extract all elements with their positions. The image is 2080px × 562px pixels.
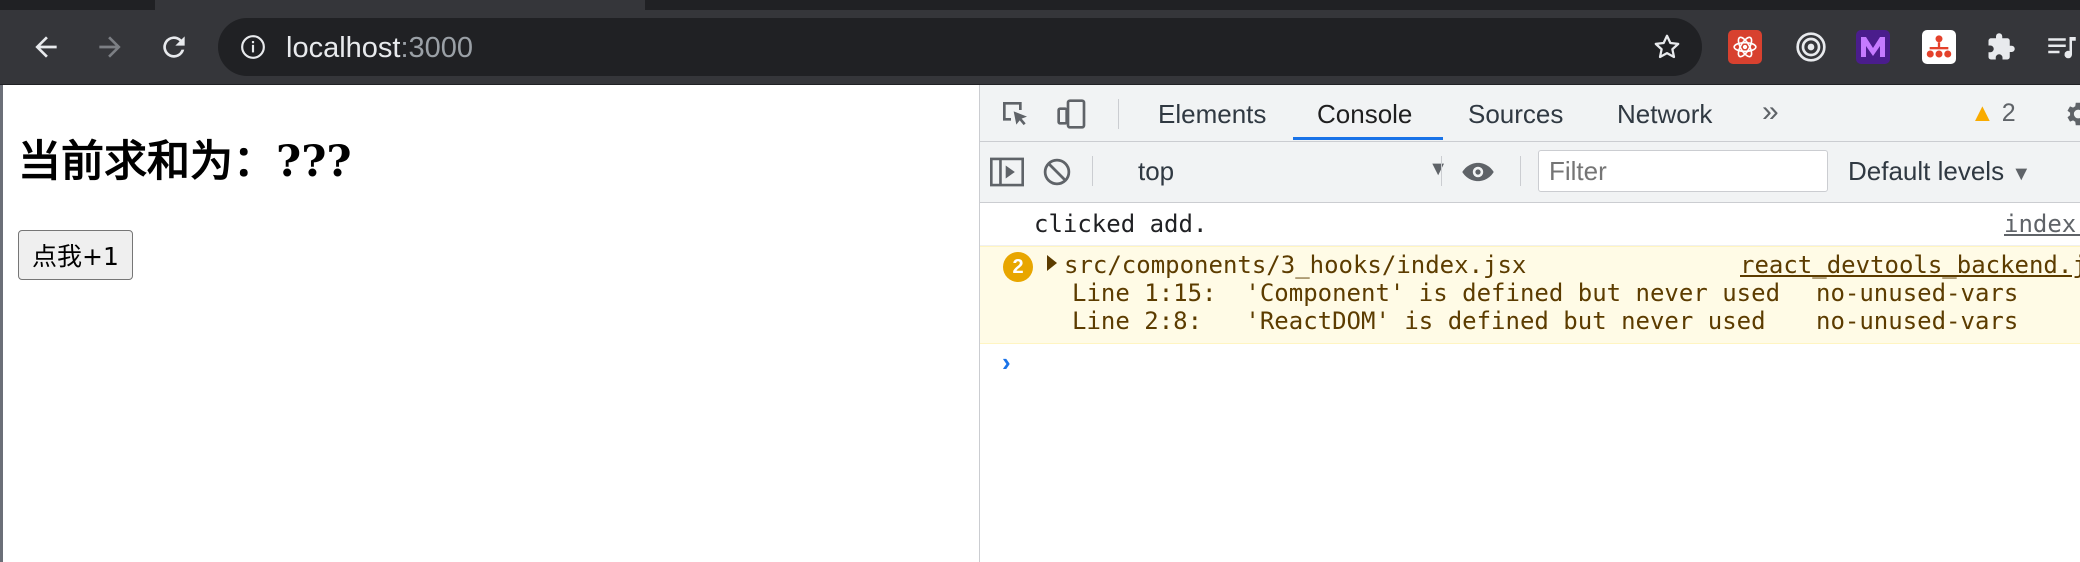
log-levels-label: Default levels [1848,156,2005,186]
dropdown-arrow-icon: ▼ [1428,158,1448,180]
console-filter-input[interactable] [1538,150,1828,192]
warning-text: 'ReactDOM' is defined but never used [1245,307,1766,335]
console-message-log: clicked add. index. [980,203,2080,246]
tabbar-divider [1118,99,1119,129]
warning-loc: Line 1:15: [1072,279,1217,307]
puzzle-icon[interactable] [1984,30,2018,64]
console-toolbar: top ▼ Default levels ▼ [980,142,2080,203]
warning-line-1: Line 1:15: 'Component' is defined but ne… [1072,279,1780,307]
more-tabs-button[interactable]: » [1762,95,1779,129]
log-source-link[interactable]: index. [2004,210,2080,238]
forward-arrow-icon [99,36,121,58]
warning-rule: no-unused-vars [1816,279,2019,307]
warning-counter[interactable]: ▲ 2 [1970,99,2016,128]
info-icon[interactable] [240,34,266,60]
address-host: localhost [286,32,401,64]
page-title: 当前求和为：??? [18,137,352,187]
vue-m-icon[interactable] [1856,30,1890,64]
warning-loc: Line 2:8: [1072,307,1203,335]
increment-button[interactable]: 点我+1 [18,230,133,280]
levels-arrow-icon: ▼ [2011,163,2032,185]
inspect-element-icon[interactable] [998,97,1032,131]
warning-repeat-badge: 2 [1003,252,1033,282]
console-prompt[interactable]: › [1002,347,1011,378]
devtools-tabbar: Elements Console Sources Network » ▲ 2 [980,85,2080,142]
address-text[interactable]: localhost:3000 [286,32,473,65]
media-queue-icon[interactable] [2044,30,2080,64]
warning-count: 2 [2001,99,2016,127]
warning-triangle-icon: ▲ [1970,99,1995,127]
reload-icon [163,36,185,58]
log-message-text: clicked add. [1034,210,1208,238]
toolbar-divider [1520,156,1521,186]
forward-button[interactable] [90,27,130,67]
warning-line-2: Line 2:8: 'ReactDOM' is defined but neve… [1072,307,1766,335]
address-bar[interactable]: localhost:3000 [218,18,1702,76]
window-edge [0,85,3,562]
toolbar-divider [1092,156,1093,186]
react-devtools-icon[interactable] [1728,30,1762,64]
toolbar-divider [1441,156,1442,186]
device-toolbar-icon[interactable] [1055,97,1089,131]
target-icon[interactable] [1794,30,1828,64]
warning-file[interactable]: src/components/3_hooks/index.jsx [1064,251,1526,279]
console-message-warning: 2 src/components/3_hooks/index.jsx react… [980,246,2080,344]
warning-rule: no-unused-vars [1816,307,2019,335]
reload-button[interactable] [154,27,194,67]
active-tab[interactable] [155,0,645,10]
page-viewport: 当前求和为：??? 点我+1 [0,85,978,562]
tab-console[interactable]: Console [1317,99,1412,130]
settings-gear-icon[interactable] [2062,99,2080,129]
tab-elements[interactable]: Elements [1158,99,1266,130]
log-levels-dropdown[interactable]: Default levels ▼ [1848,156,2031,187]
back-button[interactable] [26,27,66,67]
back-arrow-icon [35,36,57,58]
context-select[interactable]: top ▼ [1138,156,1448,188]
browser-toolbar: localhost:3000 [0,10,2080,85]
tab-strip [0,0,2080,10]
address-port: :3000 [400,32,474,64]
expand-caret-icon[interactable] [1047,255,1057,271]
devtools-panel: Elements Console Sources Network » ▲ 2 t… [979,85,2080,562]
warning-text: 'Component' is defined but never used [1245,279,1781,307]
context-value: top [1138,156,1175,186]
sidebar-toggle-icon[interactable] [990,155,1024,189]
tab-network[interactable]: Network [1617,99,1712,130]
live-expression-eye-icon[interactable] [1461,155,1495,189]
clear-console-icon[interactable] [1040,155,1074,189]
hierarchy-icon[interactable] [1922,30,1956,64]
tab-sources[interactable]: Sources [1468,99,1563,130]
active-tab-indicator [1293,137,1443,140]
warning-source-link[interactable]: react_devtools_backend.j [1740,251,2080,279]
bookmark-star-icon[interactable] [1652,32,1682,62]
